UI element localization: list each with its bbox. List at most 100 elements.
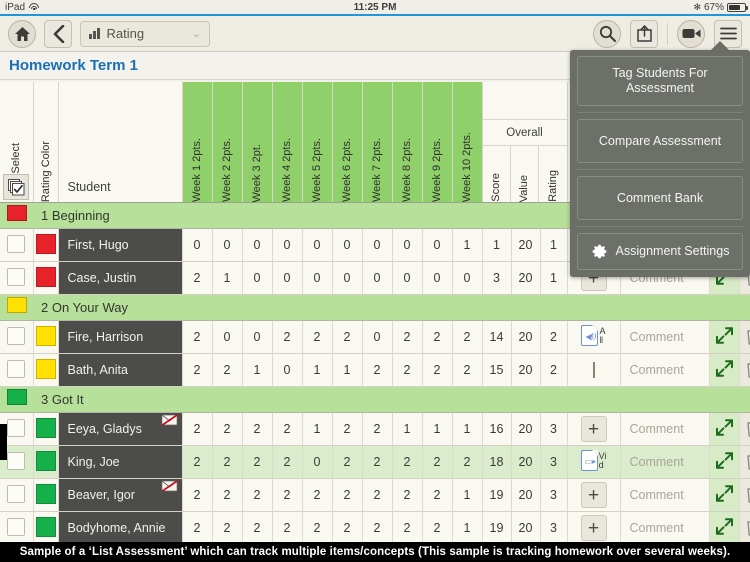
week-2-score-cell[interactable]: 2: [212, 511, 243, 542]
week-2-score-cell[interactable]: 1: [212, 261, 243, 295]
table-row[interactable]: Bodyhome, Annie 2222222221 19 20 3 + Com…: [0, 511, 750, 542]
week-8-score-cell[interactable]: 2: [392, 478, 423, 512]
evidence-cell[interactable]: +: [567, 478, 621, 512]
row-checkbox[interactable]: [7, 267, 26, 286]
table-row[interactable]: Beaver, Igor 2222222221 19 20 3 + Commen…: [0, 478, 750, 512]
table-row[interactable]: King, Joe 2222022222 18 20 3 ▭▸ Vi d Comm…: [0, 445, 750, 479]
header-week-9[interactable]: Week 9 2pts.: [422, 82, 453, 203]
week-2-score-cell[interactable]: 2: [212, 445, 243, 479]
comment-cell[interactable]: Comment: [620, 511, 710, 542]
week-3-score-cell[interactable]: 2: [242, 445, 273, 479]
expand-row-button[interactable]: [709, 511, 740, 542]
week-5-score-cell[interactable]: 1: [302, 353, 333, 387]
audio-evidence-icon[interactable]: ◀)) A ‖: [581, 325, 606, 346]
evidence-cell[interactable]: +: [567, 412, 621, 446]
week-8-score-cell[interactable]: 2: [392, 445, 423, 479]
video-button[interactable]: [677, 19, 705, 48]
rating-mode-dropdown[interactable]: Rating ⌄: [80, 20, 210, 47]
week-9-score-cell[interactable]: 1: [422, 412, 453, 446]
week-8-score-cell[interactable]: 0: [392, 228, 423, 262]
comment-cell[interactable]: Comment: [620, 412, 710, 446]
row-select-cell[interactable]: [0, 478, 34, 512]
expand-row-button[interactable]: [709, 478, 740, 512]
week-4-score-cell[interactable]: 2: [272, 478, 303, 512]
comment-cell[interactable]: Comment: [620, 320, 710, 354]
video-evidence-icon[interactable]: ▭▸ Vi d: [580, 450, 606, 471]
week-1-score-cell[interactable]: 0: [182, 228, 213, 262]
week-6-score-cell[interactable]: 1: [332, 353, 363, 387]
add-evidence-button[interactable]: +: [580, 416, 607, 442]
expand-row-button[interactable]: [709, 353, 740, 387]
header-week-7[interactable]: Week 7 2pts.: [362, 82, 393, 203]
row-checkbox[interactable]: [7, 517, 26, 536]
row-checkbox[interactable]: [7, 359, 26, 378]
header-week-5[interactable]: Week 5 2pts.: [302, 82, 333, 203]
evidence-cell[interactable]: ◀)) A ‖: [567, 320, 621, 354]
table-row[interactable]: Fire, Harrison 2002220222 14 20 2 ◀)) A ‖…: [0, 320, 750, 354]
week-2-score-cell[interactable]: 2: [212, 478, 243, 512]
menu-item-compare-assessment[interactable]: Compare Assessment: [577, 119, 743, 163]
photo-evidence-thumbnail[interactable]: [592, 362, 595, 378]
week-6-score-cell[interactable]: 2: [332, 511, 363, 542]
week-10-score-cell[interactable]: 2: [452, 445, 483, 479]
week-10-score-cell[interactable]: 1: [452, 412, 483, 446]
row-select-cell[interactable]: [0, 261, 34, 295]
week-3-score-cell[interactable]: 0: [242, 320, 273, 354]
week-9-score-cell[interactable]: 2: [422, 478, 453, 512]
week-7-score-cell[interactable]: 0: [362, 228, 393, 262]
delete-row-button[interactable]: [739, 511, 750, 542]
comment-cell[interactable]: Comment: [620, 445, 710, 479]
week-9-score-cell[interactable]: 0: [422, 228, 453, 262]
header-week-1[interactable]: Week 1 2pts.: [182, 82, 213, 203]
evidence-cell[interactable]: [567, 353, 621, 387]
week-7-score-cell[interactable]: 2: [362, 412, 393, 446]
share-button[interactable]: [630, 19, 658, 48]
comment-cell[interactable]: Comment: [620, 353, 710, 387]
student-name-cell[interactable]: King, Joe: [58, 445, 183, 479]
row-rating-color-cell[interactable]: [33, 261, 59, 295]
header-week-2[interactable]: Week 2 2pts.: [212, 82, 243, 203]
week-2-score-cell[interactable]: 2: [212, 353, 243, 387]
row-checkbox[interactable]: [7, 326, 26, 345]
week-6-score-cell[interactable]: 2: [332, 320, 363, 354]
row-rating-color-cell[interactable]: [33, 320, 59, 354]
week-10-score-cell[interactable]: 2: [452, 320, 483, 354]
header-week-8[interactable]: Week 8 2pts.: [392, 82, 423, 203]
group-row[interactable]: 3 Got It: [0, 386, 750, 413]
week-3-score-cell[interactable]: 0: [242, 228, 273, 262]
week-4-score-cell[interactable]: 0: [272, 228, 303, 262]
week-5-score-cell[interactable]: 2: [302, 320, 333, 354]
overflow-menu-popover[interactable]: Tag Students For Assessment Compare Asse…: [570, 41, 750, 277]
week-1-score-cell[interactable]: 2: [182, 353, 213, 387]
select-all-button[interactable]: [3, 174, 30, 200]
week-9-score-cell[interactable]: 0: [422, 261, 453, 295]
expand-row-button[interactable]: [709, 320, 740, 354]
comment-cell[interactable]: Comment: [620, 478, 710, 512]
week-8-score-cell[interactable]: 2: [392, 511, 423, 542]
group-row[interactable]: 2 On Your Way: [0, 294, 750, 321]
student-name-cell[interactable]: Beaver, Igor: [58, 478, 183, 512]
header-week-10[interactable]: Week 10 2pts.: [452, 82, 483, 203]
week-2-score-cell[interactable]: 0: [212, 228, 243, 262]
week-1-score-cell[interactable]: 2: [182, 511, 213, 542]
week-8-score-cell[interactable]: 2: [392, 320, 423, 354]
student-name-cell[interactable]: Eeya, Gladys: [58, 412, 183, 446]
student-name-cell[interactable]: Bodyhome, Annie: [58, 511, 183, 542]
week-4-score-cell[interactable]: 2: [272, 445, 303, 479]
week-8-score-cell[interactable]: 2: [392, 353, 423, 387]
week-5-score-cell[interactable]: 2: [302, 478, 333, 512]
week-10-score-cell[interactable]: 1: [452, 478, 483, 512]
row-select-cell[interactable]: [0, 228, 34, 262]
week-2-score-cell[interactable]: 2: [212, 412, 243, 446]
week-4-score-cell[interactable]: 0: [272, 261, 303, 295]
row-rating-color-cell[interactable]: [33, 511, 59, 542]
week-4-score-cell[interactable]: 2: [272, 320, 303, 354]
week-10-score-cell[interactable]: 1: [452, 511, 483, 542]
row-rating-color-cell[interactable]: [33, 412, 59, 446]
row-checkbox[interactable]: [7, 484, 26, 503]
row-rating-color-cell[interactable]: [33, 353, 59, 387]
week-1-score-cell[interactable]: 2: [182, 478, 213, 512]
student-name-cell[interactable]: Bath, Anita: [58, 353, 183, 387]
week-9-score-cell[interactable]: 2: [422, 320, 453, 354]
row-select-cell[interactable]: [0, 320, 34, 354]
